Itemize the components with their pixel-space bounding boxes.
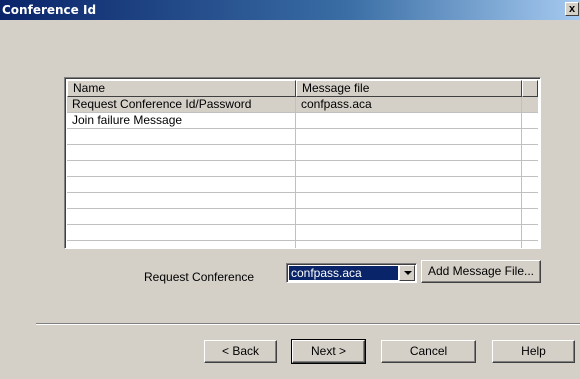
empty-cell (296, 193, 522, 208)
request-conference-select[interactable]: confpass.aca (286, 263, 417, 283)
column-header-message-file[interactable]: Message file (296, 80, 522, 97)
empty-cell (67, 161, 296, 176)
help-button[interactable]: Help (492, 340, 575, 363)
column-header-name[interactable]: Name (67, 80, 296, 97)
divider (36, 323, 580, 325)
empty-cell (522, 145, 538, 160)
next-button[interactable]: Next > (291, 339, 366, 364)
empty-cell (67, 241, 296, 248)
chevron-down-icon (404, 271, 412, 275)
empty-cell (522, 209, 538, 224)
empty-cell (296, 241, 522, 248)
row-file-cell (296, 113, 522, 128)
list-row-empty (67, 177, 538, 193)
window-title: Conference Id (2, 3, 97, 17)
empty-cell (67, 129, 296, 144)
request-conference-label: Request Conference (144, 270, 255, 284)
empty-cell (522, 193, 538, 208)
add-message-file-button[interactable]: Add Message File... (421, 260, 541, 283)
list-row-empty (67, 161, 538, 177)
cancel-button[interactable]: Cancel (381, 340, 476, 363)
list-header: Name Message file (67, 80, 538, 97)
close-icon: x (568, 3, 576, 15)
row-filler-cell (522, 97, 538, 112)
row-file-cell: confpass.aca (296, 97, 522, 112)
close-button[interactable]: x (565, 2, 579, 16)
list-row-empty (67, 145, 538, 161)
request-conference-value: confpass.aca (289, 266, 398, 280)
empty-cell (522, 161, 538, 176)
back-button[interactable]: < Back (204, 340, 277, 363)
column-header-filler (522, 80, 538, 97)
message-list[interactable]: Name Message file Request Conference Id/… (64, 77, 541, 249)
empty-cell (67, 177, 296, 192)
empty-cell (296, 161, 522, 176)
empty-cell (522, 225, 538, 240)
list-row[interactable]: Request Conference Id/Password confpass.… (67, 97, 538, 113)
list-row-empty (67, 129, 538, 145)
list-row-empty (67, 193, 538, 209)
empty-cell (522, 241, 538, 248)
row-filler-cell (522, 113, 538, 128)
empty-cell (296, 129, 522, 144)
list-body: Request Conference Id/Password confpass.… (67, 97, 538, 248)
list-row-empty (67, 225, 538, 241)
list-row-empty (67, 209, 538, 225)
list-row-empty (67, 241, 538, 248)
empty-cell (296, 209, 522, 224)
row-name-cell: Request Conference Id/Password (67, 97, 296, 112)
empty-cell (296, 177, 522, 192)
empty-cell (296, 225, 522, 240)
empty-cell (67, 145, 296, 160)
empty-cell (296, 145, 522, 160)
empty-cell (67, 193, 296, 208)
empty-cell (522, 129, 538, 144)
list-row[interactable]: Join failure Message (67, 113, 538, 129)
title-bar: Conference Id x (0, 0, 580, 20)
dropdown-button[interactable] (399, 265, 415, 281)
empty-cell (67, 209, 296, 224)
row-name-cell: Join failure Message (67, 113, 296, 128)
empty-cell (67, 225, 296, 240)
empty-cell (522, 177, 538, 192)
